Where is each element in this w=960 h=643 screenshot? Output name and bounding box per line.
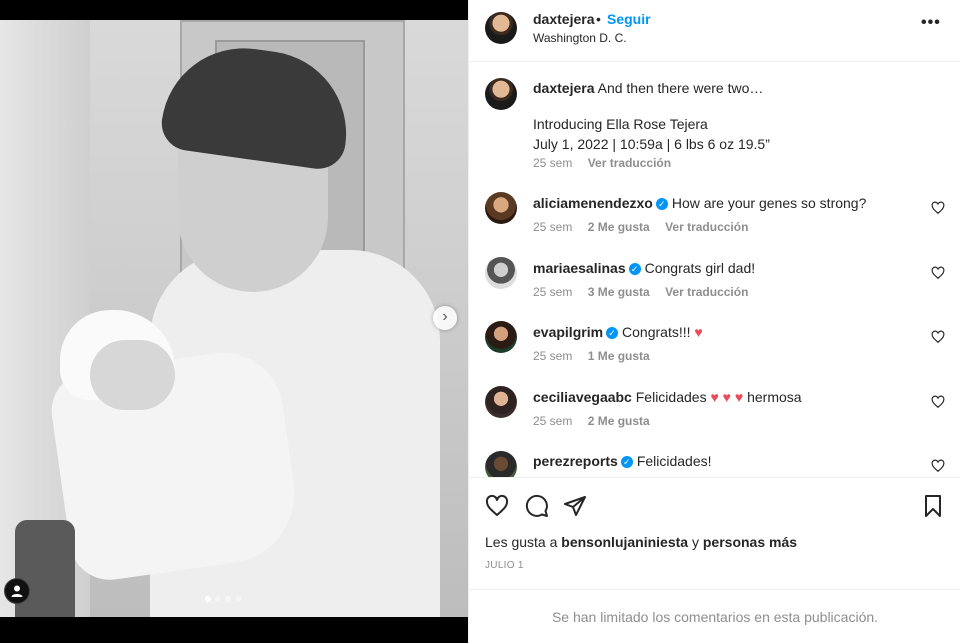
comment-text: Congrats girl dad! bbox=[644, 260, 756, 276]
caption-username[interactable]: daxtejera bbox=[533, 80, 594, 96]
author-username[interactable]: daxtejera bbox=[533, 11, 594, 27]
post-caption: daxtejera And then there were two… Intro… bbox=[533, 78, 933, 154]
carousel-dots bbox=[205, 596, 241, 602]
red-heart-emoji: ♥ ♥ ♥ bbox=[710, 389, 744, 405]
comment-text-after: hermosa bbox=[747, 389, 802, 405]
caption-translate-link[interactable]: Ver traducción bbox=[588, 156, 671, 170]
comment-username[interactable]: mariaesalinas bbox=[533, 260, 626, 276]
red-heart-emoji: ♥ bbox=[694, 324, 703, 340]
post-header: daxtejera • Seguir Washington D. C. ••• bbox=[469, 0, 960, 62]
comment-avatar[interactable] bbox=[485, 386, 517, 418]
post-actions: Les gusta a bensonlujaniniesta y persona… bbox=[469, 477, 960, 642]
comment-username[interactable]: ceciliavegaabc bbox=[533, 389, 632, 405]
bookmark-icon[interactable] bbox=[921, 494, 945, 518]
more-options-icon[interactable]: ••• bbox=[921, 14, 941, 32]
verified-icon: ✓ bbox=[628, 263, 641, 275]
comment-username[interactable]: perezreports bbox=[533, 453, 618, 469]
comment-item: ceciliavegaabc Felicidades ♥ ♥ ♥ hermosa bbox=[533, 389, 802, 405]
likes-connector: y bbox=[691, 534, 699, 550]
verified-icon: ✓ bbox=[655, 198, 668, 210]
photo-baby-face bbox=[90, 340, 175, 410]
post-panel: daxtejera • Seguir Washington D. C. ••• … bbox=[468, 0, 960, 643]
comment-likes[interactable]: 2 Me gusta bbox=[588, 414, 650, 428]
post-photo[interactable] bbox=[0, 20, 468, 617]
comment-avatar[interactable] bbox=[485, 257, 517, 289]
user-tag-button[interactable] bbox=[4, 578, 30, 604]
comment-avatar[interactable] bbox=[485, 451, 517, 477]
likes-summary: Les gusta a bensonlujaniniesta y persona… bbox=[485, 534, 797, 550]
carousel-dot bbox=[215, 596, 221, 602]
chevron-right-icon: › bbox=[442, 308, 448, 325]
comment-meta: 25 sem 2 Me gusta bbox=[533, 414, 662, 428]
heart-icon[interactable] bbox=[485, 494, 509, 518]
comment-avatar[interactable] bbox=[485, 321, 517, 353]
comment-meta: 25 sem 1 Me gusta bbox=[533, 349, 662, 363]
comment-like-heart-icon[interactable] bbox=[931, 330, 945, 344]
likes-others[interactable]: personas más bbox=[703, 534, 797, 550]
comment-item: aliciamenendezxo ✓ How are your genes so s… bbox=[533, 195, 866, 211]
next-slide-button[interactable]: › bbox=[433, 306, 457, 330]
comment-text: Congrats!!! bbox=[622, 324, 691, 340]
comment-item: perezreports ✓ Felicidades! bbox=[533, 453, 712, 469]
caption-avatar[interactable] bbox=[485, 78, 517, 110]
verified-icon: ✓ bbox=[620, 456, 633, 468]
user-tag-icon bbox=[11, 585, 23, 597]
caption-line-1: And then there were two… bbox=[597, 80, 764, 96]
comments-limited-notice: Se han limitado los comentarios en esta … bbox=[469, 589, 960, 643]
caption-line-2: Introducing Ella Rose Tejera bbox=[533, 116, 708, 132]
post-date[interactable]: JULIO 1 bbox=[485, 560, 524, 571]
likes-prefix: Les gusta a bbox=[485, 534, 558, 550]
header-separator: • bbox=[596, 11, 601, 27]
share-icon[interactable] bbox=[563, 494, 587, 518]
comment-likes[interactable]: 3 Me gusta bbox=[588, 285, 650, 299]
comment-text: Felicidades! bbox=[636, 453, 712, 469]
caption-line-3: July 1, 2022 | 10:59a | 6 lbs 6 oz 19.5” bbox=[533, 136, 770, 152]
comment-icon[interactable] bbox=[525, 494, 549, 518]
comment-translate-link[interactable]: Ver traducción bbox=[665, 285, 748, 299]
carousel-dot bbox=[225, 596, 231, 602]
comment-text: How are your genes so strong? bbox=[671, 195, 867, 211]
verified-icon: ✓ bbox=[606, 327, 619, 339]
carousel-dot bbox=[205, 596, 211, 602]
post-location[interactable]: Washington D. C. bbox=[533, 31, 627, 45]
comment-like-heart-icon[interactable] bbox=[931, 395, 945, 409]
carousel-dot bbox=[235, 596, 241, 602]
caption-time[interactable]: 25 sem bbox=[533, 156, 572, 170]
comment-meta: 25 sem 2 Me gusta Ver traducción bbox=[533, 220, 760, 234]
comment-like-heart-icon[interactable] bbox=[931, 459, 945, 473]
comment-item: mariaesalinas ✓ Congrats girl dad! bbox=[533, 260, 755, 276]
author-avatar[interactable] bbox=[485, 12, 517, 44]
comment-likes[interactable]: 1 Me gusta bbox=[588, 349, 650, 363]
comment-time[interactable]: 25 sem bbox=[533, 285, 572, 299]
post-media: › bbox=[0, 0, 468, 643]
comments-list[interactable]: daxtejera And then there were two… Intro… bbox=[469, 62, 960, 477]
comment-time[interactable]: 25 sem bbox=[533, 349, 572, 363]
follow-button[interactable]: Seguir bbox=[607, 11, 651, 27]
comment-text: Felicidades bbox=[635, 389, 707, 405]
comment-likes[interactable]: 2 Me gusta bbox=[588, 220, 650, 234]
comment-item: evapilgrim ✓ Congrats!!! ♥ bbox=[533, 324, 703, 340]
comment-username[interactable]: evapilgrim bbox=[533, 324, 603, 340]
comment-like-heart-icon[interactable] bbox=[931, 201, 945, 215]
comment-like-heart-icon[interactable] bbox=[931, 266, 945, 280]
comment-time[interactable]: 25 sem bbox=[533, 220, 572, 234]
comment-translate-link[interactable]: Ver traducción bbox=[665, 220, 748, 234]
likes-user[interactable]: bensonlujaniniesta bbox=[561, 534, 688, 550]
comment-time[interactable]: 25 sem bbox=[533, 414, 572, 428]
comment-username[interactable]: aliciamenendezxo bbox=[533, 195, 653, 211]
comment-avatar[interactable] bbox=[485, 192, 517, 224]
photo-chair bbox=[15, 520, 75, 617]
comment-meta: 25 sem 3 Me gusta Ver traducción bbox=[533, 285, 760, 299]
caption-meta: 25 sem Ver traducción bbox=[533, 156, 683, 170]
